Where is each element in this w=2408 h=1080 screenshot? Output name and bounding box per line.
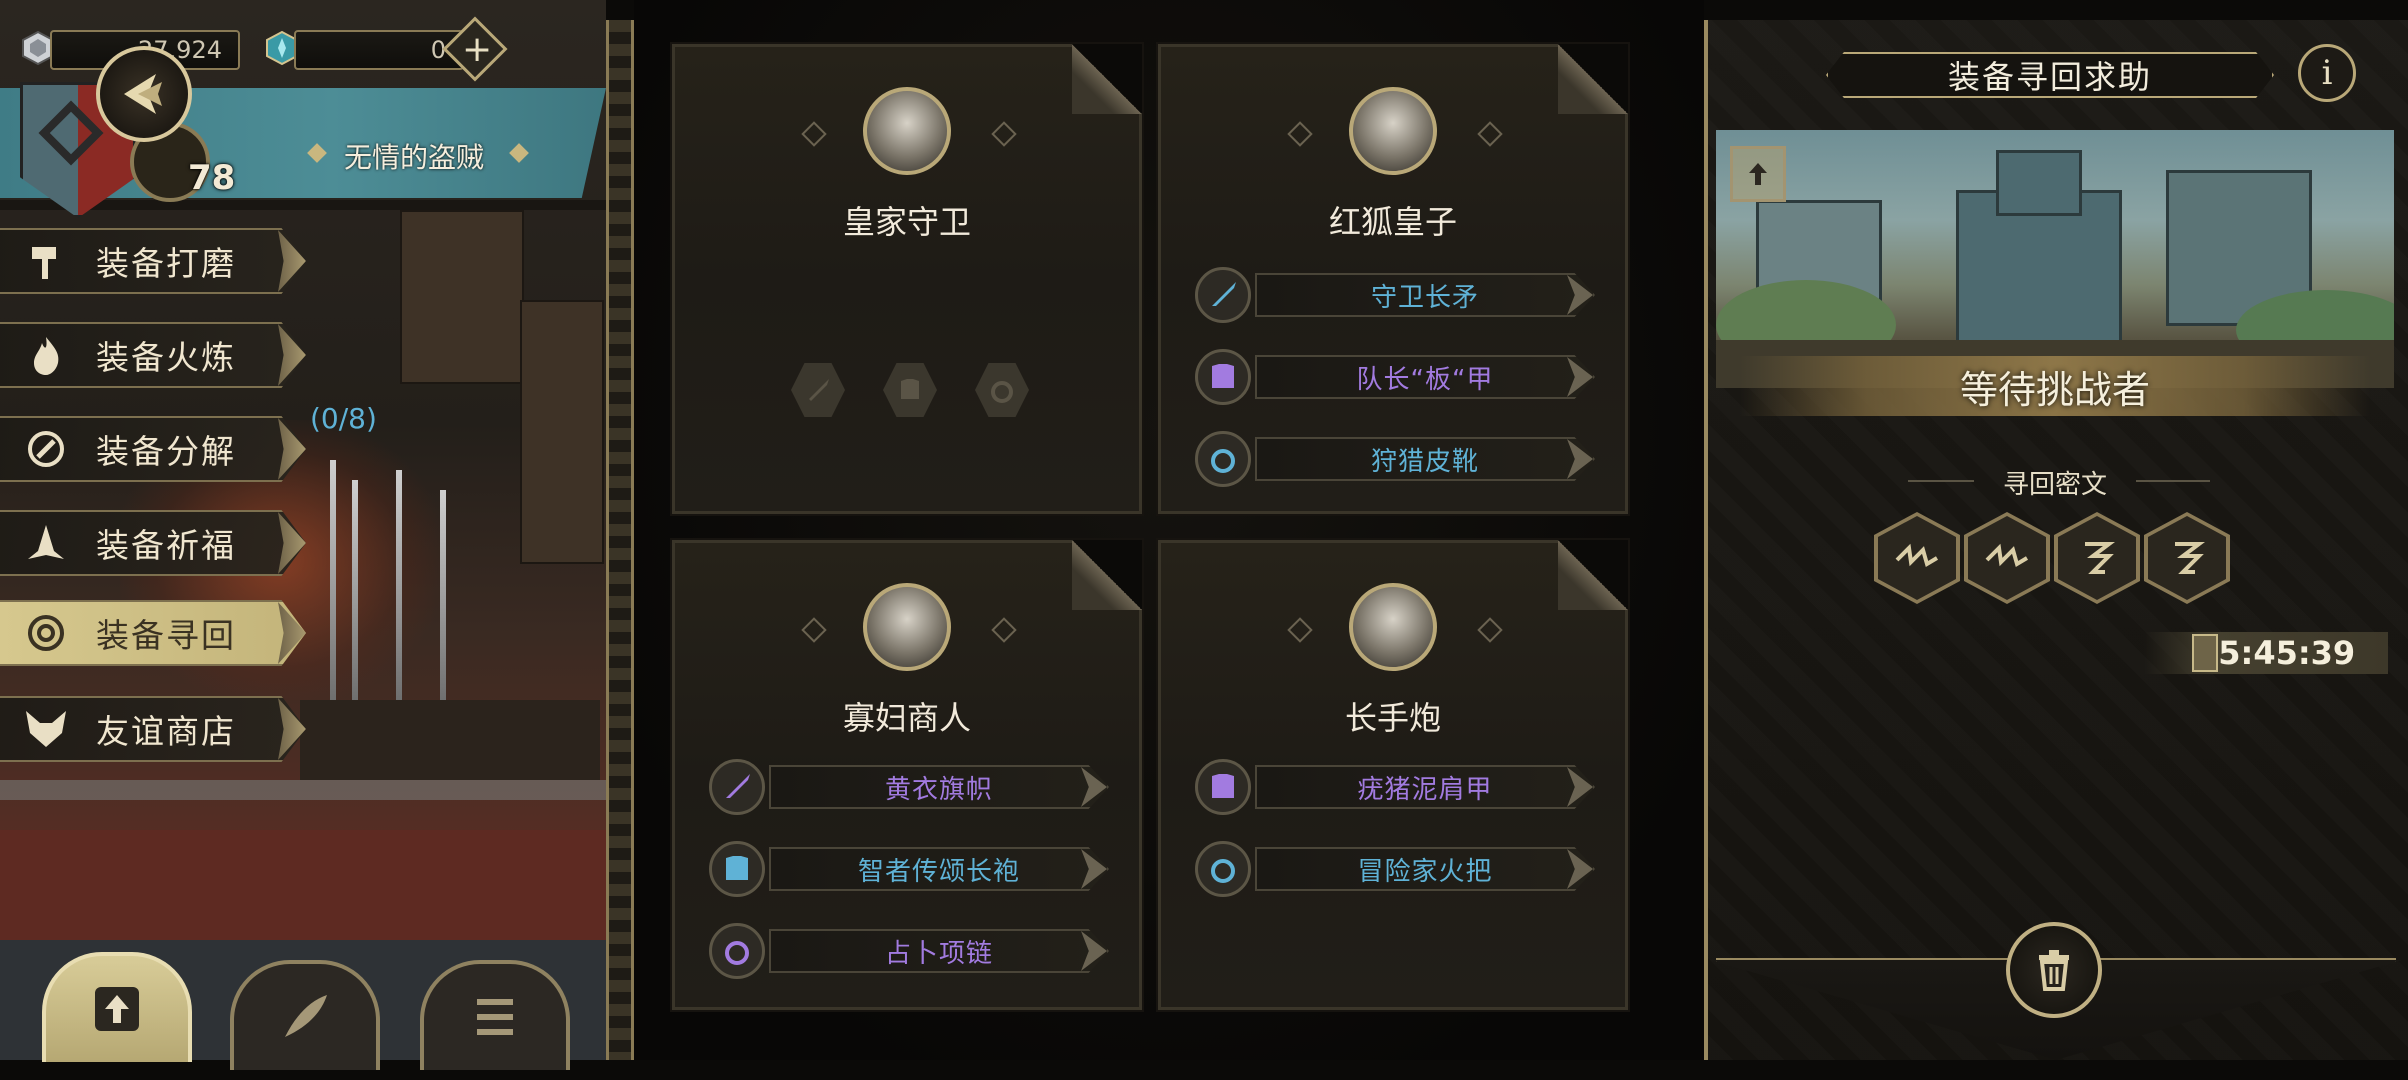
empty-weapon-slot xyxy=(791,363,845,417)
rune-icon xyxy=(2175,542,2205,574)
robe-icon xyxy=(709,841,765,897)
info-button[interactable]: i xyxy=(2298,44,2356,102)
menu-item-recover[interactable]: 装备寻回 xyxy=(0,600,306,666)
recovery-card[interactable]: 红狐皇子 守卫长矛 队长“板“甲 狩猎皮靴 xyxy=(1156,42,1630,516)
menu-item-polish[interactable]: 装备打磨 xyxy=(0,228,306,294)
menu-item-label: 装备打磨 xyxy=(96,244,236,283)
status-banner: 等待挑战者 xyxy=(1740,356,2370,416)
character-portrait xyxy=(1349,87,1437,175)
praying-hands-icon xyxy=(18,515,74,571)
menu-item-disassemble[interactable]: 装备分解 xyxy=(0,416,306,482)
equipment-item[interactable]: 占卜项链 xyxy=(709,923,1109,979)
share-button[interactable] xyxy=(1730,146,1786,202)
character-portrait xyxy=(863,87,951,175)
character-portrait xyxy=(1349,583,1437,671)
equipment-item[interactable]: 黄衣旗帜 xyxy=(709,759,1109,815)
character-name: 皇家守卫 xyxy=(842,203,971,241)
list-icon xyxy=(477,999,513,1035)
equipment-name: 疣猪泥肩甲 xyxy=(1357,774,1493,805)
armor-slot-icon xyxy=(901,379,919,399)
equipment-item[interactable]: 队长“板“甲 xyxy=(1195,349,1595,405)
menu-item-label: 装备火炼 xyxy=(96,338,236,377)
timer-text: 05:45:39 xyxy=(2196,634,2356,672)
hourglass-icon xyxy=(2192,634,2218,672)
tab-records[interactable] xyxy=(230,960,380,1070)
back-arrow-icon xyxy=(124,74,162,114)
sword-slot-icon xyxy=(809,379,829,401)
stage-preview-image xyxy=(1716,130,2394,388)
menu-item-label: 友谊商店 xyxy=(96,712,236,751)
armor-icon xyxy=(1195,759,1251,815)
menu-item-friend-shop[interactable]: 友谊商店 xyxy=(0,696,306,762)
target-icon xyxy=(18,605,74,661)
equipment-name: 冒险家火把 xyxy=(1357,856,1493,887)
countdown-timer: 05:45:39 xyxy=(2144,632,2388,674)
equipment-name: 占卜项链 xyxy=(884,938,993,969)
character-portrait xyxy=(863,583,951,671)
quill-icon xyxy=(285,995,327,1037)
status-text: 等待挑战者 xyxy=(1959,367,2150,412)
recovery-progress-count: (0/8) xyxy=(310,402,377,435)
armor-icon xyxy=(1195,349,1251,405)
ring-icon xyxy=(1195,841,1251,897)
disassemble-icon xyxy=(18,421,74,477)
sword-icon xyxy=(709,759,765,815)
panel-title: 装备寻回求助 xyxy=(1826,52,2274,98)
menu-item-forge[interactable]: 装备火炼 xyxy=(0,322,306,388)
panel-divider xyxy=(606,20,634,1060)
flame-icon xyxy=(18,327,74,383)
delete-button[interactable] xyxy=(2006,922,2102,1018)
menu-item-bless[interactable]: 装备祈福 xyxy=(0,510,306,576)
ring-icon xyxy=(1195,431,1251,487)
equipment-name: 守卫长矛 xyxy=(1370,282,1479,313)
menu-item-label: 装备分解 xyxy=(96,432,236,471)
upload-icon xyxy=(95,987,139,1031)
recovery-card[interactable]: 长手炮 疣猪泥肩甲 冒险家火把 xyxy=(1156,538,1630,1012)
character-name: 长手炮 xyxy=(1344,699,1441,737)
recovery-card[interactable]: 皇家守卫 xyxy=(670,42,1144,516)
equipment-item[interactable]: 疣猪泥肩甲 xyxy=(1195,759,1595,815)
equipment-item[interactable]: 守卫长矛 xyxy=(1195,267,1595,323)
rune-icon xyxy=(1895,543,1939,568)
necklace-icon xyxy=(709,923,765,979)
gem-currency-display: 0 xyxy=(294,30,464,70)
equipment-name: 智者传颂长袍 xyxy=(857,856,1020,887)
sword-icon xyxy=(1195,267,1251,323)
divider-line xyxy=(2136,480,2210,482)
fox-icon xyxy=(18,701,74,757)
upload-icon xyxy=(1749,163,1767,185)
equipment-item[interactable]: 智者传颂长袍 xyxy=(709,841,1109,897)
trash-icon xyxy=(2039,950,2069,991)
ring-slot-icon xyxy=(991,381,1013,403)
equipment-name: 狩猎皮靴 xyxy=(1370,446,1479,477)
back-button[interactable] xyxy=(96,46,192,142)
tab-upload[interactable] xyxy=(42,952,192,1062)
tab-list[interactable] xyxy=(420,960,570,1070)
player-level: 78 xyxy=(188,158,236,198)
plus-icon: + xyxy=(462,29,493,70)
player-title: 无情的盗贼 xyxy=(344,141,485,174)
rune-icon xyxy=(1985,543,2029,568)
cipher-label: 寻回密文 xyxy=(2002,470,2107,500)
hammer-icon xyxy=(18,233,74,289)
menu-item-label: 装备祈福 xyxy=(96,526,236,565)
menu-item-label: 装备寻回 xyxy=(96,616,236,655)
character-name: 红狐皇子 xyxy=(1328,203,1457,241)
recovery-card[interactable]: 寡妇商人 黄衣旗帜 智者传颂长袍 占卜项链 xyxy=(670,538,1144,1012)
equipment-name: 队长“板“甲 xyxy=(1356,364,1494,395)
equipment-name: 黄衣旗帜 xyxy=(884,774,993,805)
empty-ring-slot xyxy=(975,363,1029,417)
character-name: 寡妇商人 xyxy=(842,699,971,737)
equipment-item[interactable]: 狩猎皮靴 xyxy=(1195,431,1595,487)
rune-icon xyxy=(2085,542,2115,574)
empty-armor-slot xyxy=(883,363,937,417)
equipment-item[interactable]: 冒险家火把 xyxy=(1195,841,1595,897)
